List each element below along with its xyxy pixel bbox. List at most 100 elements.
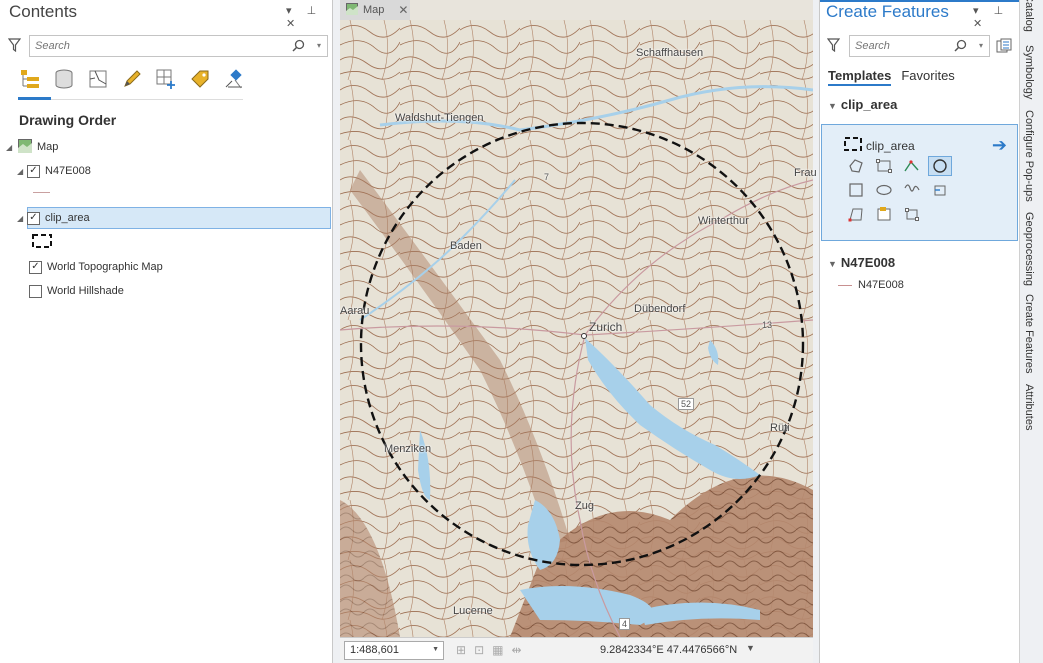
contents-search-input[interactable] <box>30 36 327 56</box>
ellipse-tool-icon[interactable] <box>872 180 896 200</box>
collapse-arrow-icon[interactable]: ◢ <box>17 167 27 176</box>
layer-visibility-checkbox[interactable]: ✓ <box>29 260 42 274</box>
right-angle-tool-icon[interactable] <box>844 204 868 224</box>
autocomplete-tool-icon[interactable] <box>928 180 952 200</box>
rectangle-tool-icon[interactable] <box>872 156 896 176</box>
road-shield: 52 <box>678 398 695 410</box>
active-pane-indicator <box>820 0 1020 2</box>
place-label: Waldshut-Tiengen <box>395 112 484 124</box>
trace-tool-icon[interactable] <box>900 156 924 176</box>
layer-visibility-checkbox[interactable] <box>29 284 42 298</box>
template-group-n47e008[interactable]: ▼ N47E008 <box>828 255 895 270</box>
collapse-arrow-icon[interactable]: ▼ <box>828 101 837 111</box>
map-tab[interactable]: Map ✕ <box>340 0 410 20</box>
data-source-icon[interactable] <box>52 67 76 91</box>
map-icon <box>18 138 32 156</box>
scale-selector[interactable]: 1:488,601 ▼ <box>344 641 444 660</box>
tab-favorites[interactable]: Favorites <box>901 68 954 86</box>
circle-tool-icon[interactable] <box>928 156 952 176</box>
layer-visibility-checkbox[interactable]: ✓ <box>27 211 40 225</box>
side-tab-strip: Catalog Symbology Configure Pop-ups Geop… <box>1019 0 1043 663</box>
side-tab-symbology[interactable]: Symbology <box>1023 45 1035 99</box>
chevron-down-icon[interactable]: ▼ <box>432 646 439 653</box>
list-by-perspective-icon[interactable] <box>222 67 246 91</box>
selection-icon[interactable] <box>86 67 110 91</box>
drawing-order-icon[interactable] <box>18 67 42 91</box>
arrow-right-icon[interactable]: ➔ <box>992 135 1007 156</box>
side-tab-create-features[interactable]: Create Features <box>1023 294 1035 373</box>
tree-item-clip-area[interactable]: ◢ ✓ clip_area <box>17 208 90 228</box>
search-icon[interactable] <box>292 39 305 55</box>
create-features-search-box[interactable]: ▾ <box>849 35 990 57</box>
place-label: Dübendorf <box>634 303 686 315</box>
navigation-tools: ⊞ ⊡ ▦ ⇹ <box>456 643 522 657</box>
tree-item-world-hillshade[interactable]: World Hillshade <box>29 281 124 301</box>
side-tab-geoprocessing[interactable]: Geoprocessing <box>1023 212 1035 286</box>
create-features-pane: Create Features ▾ ⊥ ✕ ▾ Templates Favori… <box>819 0 1020 663</box>
place-label: Lucerne <box>453 605 493 617</box>
filter-icon[interactable] <box>7 38 22 55</box>
filter-icon[interactable] <box>826 38 841 55</box>
manage-templates-icon[interactable] <box>996 38 1012 57</box>
tree-item-label: clip_area <box>45 212 90 224</box>
snapping-icon[interactable] <box>154 67 178 91</box>
toolbar-divider <box>18 99 243 100</box>
tab-templates[interactable]: Templates <box>828 68 892 86</box>
tree-item-label: World Hillshade <box>47 285 124 297</box>
place-label: Zug <box>575 500 594 512</box>
measure-toggle-icon[interactable]: ⇹ <box>511 643 521 657</box>
collapse-arrow-icon[interactable]: ◢ <box>6 143 16 152</box>
editing-icon[interactable] <box>120 67 144 91</box>
collapse-arrow-icon[interactable]: ◢ <box>17 214 27 223</box>
search-options-dropdown[interactable]: ▾ <box>317 41 321 50</box>
group-label: N47E008 <box>840 255 896 270</box>
search-icon[interactable] <box>954 39 967 55</box>
pane-controls[interactable]: ▾ ⊥ ✕ <box>973 4 1019 30</box>
polygon-symbol-icon <box>32 234 52 251</box>
zurich-city-marker <box>581 333 587 339</box>
contents-toolbar <box>18 67 246 91</box>
freehand-tool-icon[interactable] <box>900 180 924 200</box>
create-features-title: Create Features <box>826 2 949 21</box>
tree-item-label: N47E008 <box>45 165 91 177</box>
template-label: N47E008 <box>858 279 904 291</box>
line-symbol-icon <box>838 284 852 286</box>
template-label: clip_area <box>866 138 915 153</box>
tree-item-map[interactable]: ◢ Map <box>6 137 58 157</box>
create-features-search-input[interactable] <box>850 36 989 56</box>
contents-search-box[interactable]: ▾ <box>29 35 328 57</box>
template-group-clip-area[interactable]: ▼ clip_area <box>828 97 897 112</box>
drawing-order-heading: Drawing Order <box>19 112 117 128</box>
snapping-toggle-icon[interactable]: ⊞ <box>456 643 466 657</box>
reshape-tool-icon[interactable] <box>900 204 924 224</box>
map-icon <box>346 2 358 18</box>
polygon-symbol-icon <box>844 137 862 154</box>
split-tool-icon[interactable] <box>872 204 896 224</box>
collapse-arrow-icon[interactable]: ▼ <box>828 259 837 269</box>
side-tab-catalog[interactable]: Catalog <box>1023 0 1035 32</box>
map-view[interactable]: Schaffhausen Waldshut-Tiengen Baden Wint… <box>340 0 817 663</box>
road-shield: 7 <box>544 172 550 182</box>
template-tabs: Templates Favorites <box>828 68 955 86</box>
place-label: Baden <box>450 240 482 252</box>
square-tool-icon[interactable] <box>844 180 868 200</box>
polygon-tool-icon[interactable] <box>844 156 868 176</box>
layer-visibility-checkbox[interactable]: ✓ <box>27 164 40 178</box>
side-tab-configure-popups[interactable]: Configure Pop-ups <box>1023 110 1035 202</box>
side-tab-attributes[interactable]: Attributes <box>1023 384 1035 430</box>
pane-controls[interactable]: ▾ ⊥ ✕ <box>286 4 332 30</box>
search-options-dropdown[interactable]: ▾ <box>979 41 983 50</box>
grid-toggle-icon[interactable]: ⊡ <box>474 643 484 657</box>
template-header: clip_area <box>844 137 915 154</box>
labeling-icon[interactable] <box>188 67 212 91</box>
template-item-clip-area[interactable]: clip_area ➔ <box>821 124 1018 241</box>
tree-item-world-topographic[interactable]: ✓ World Topographic Map <box>29 257 163 277</box>
template-item-n47e008[interactable]: N47E008 <box>838 279 904 291</box>
chevron-down-icon[interactable]: ▼ <box>746 643 755 653</box>
tree-item-label: World Topographic Map <box>47 261 163 273</box>
table-toggle-icon[interactable]: ▦ <box>492 643 503 657</box>
tree-item-n47e008[interactable]: ◢ ✓ N47E008 <box>17 161 91 181</box>
close-tab-icon[interactable]: ✕ <box>398 3 408 17</box>
place-label: Menziken <box>384 443 432 455</box>
scale-value: 1:488,601 <box>350 644 399 656</box>
